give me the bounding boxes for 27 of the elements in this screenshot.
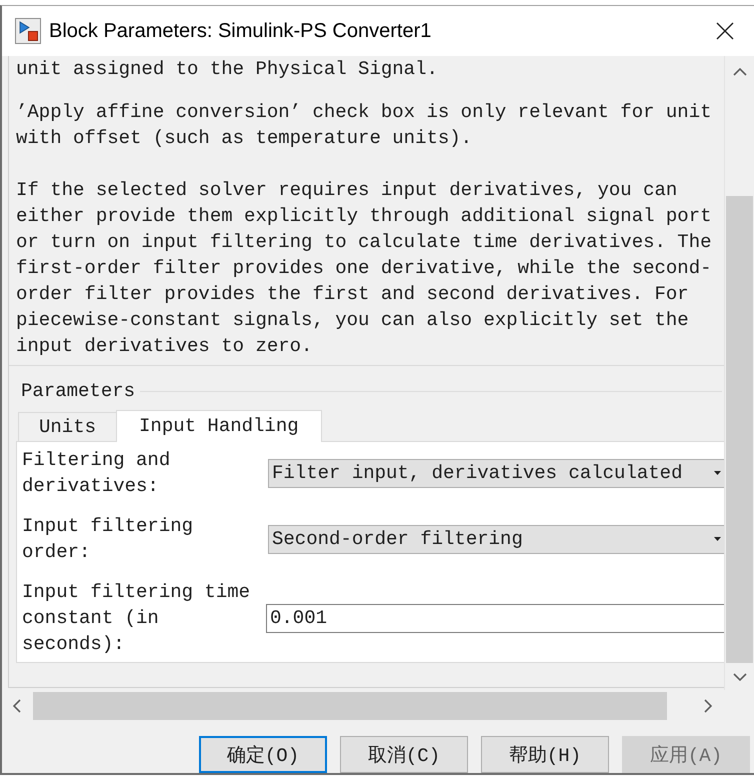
description-text: If the selected solver requires input derivatives, you can either provide them explicitly through additional signal port or turn on input filtering to calculate time derivatives. The first-order filter provides one derivative, while the second- order filter provides the first and second derivatives. For piecewise-constant signals, you can also explicitly set the input derivatives to zero. [16, 178, 713, 359]
dialog-button[interactable]: 帮助(H) [481, 736, 609, 773]
tab[interactable]: Input Handling [116, 410, 322, 442]
window-title: Block Parameters: Simulink-PS Converter1 [49, 20, 432, 42]
description-text: ’Apply affine conversion’ check box is only relevant for unit with offset (such as temperature units). [16, 100, 713, 151]
field-label: Input filtering time constant (in seconds): [22, 580, 252, 657]
chevron-up-icon[interactable] [732, 68, 746, 76]
dropdown[interactable]: Filter input, derivatives calculated [268, 458, 724, 488]
dropdown[interactable]: Second-order filtering [268, 524, 724, 554]
dialog-button[interactable]: 取消(C) [340, 736, 468, 773]
tab[interactable]: Units [18, 412, 118, 441]
field-label: Filtering and derivatives: [22, 448, 172, 499]
description-text: unit assigned to the Physical Signal. [16, 57, 439, 82]
close-button[interactable] [714, 20, 736, 42]
caret-icon [714, 537, 721, 541]
chevron-left-icon[interactable] [13, 699, 21, 713]
chevron-right-icon[interactable] [704, 699, 712, 713]
scroll-thumb[interactable] [726, 196, 753, 663]
chevron-down-icon[interactable] [732, 673, 746, 681]
block-icon [15, 18, 41, 44]
text-field[interactable]: 0.001 [266, 604, 724, 632]
caret-icon [714, 471, 721, 475]
scroll-thumb[interactable] [33, 692, 667, 720]
close-icon [716, 22, 734, 40]
dialog-button[interactable]: 确定(O) [199, 736, 327, 773]
group-title: Parameters [21, 379, 136, 404]
field-label: Input filtering order: [22, 514, 194, 565]
